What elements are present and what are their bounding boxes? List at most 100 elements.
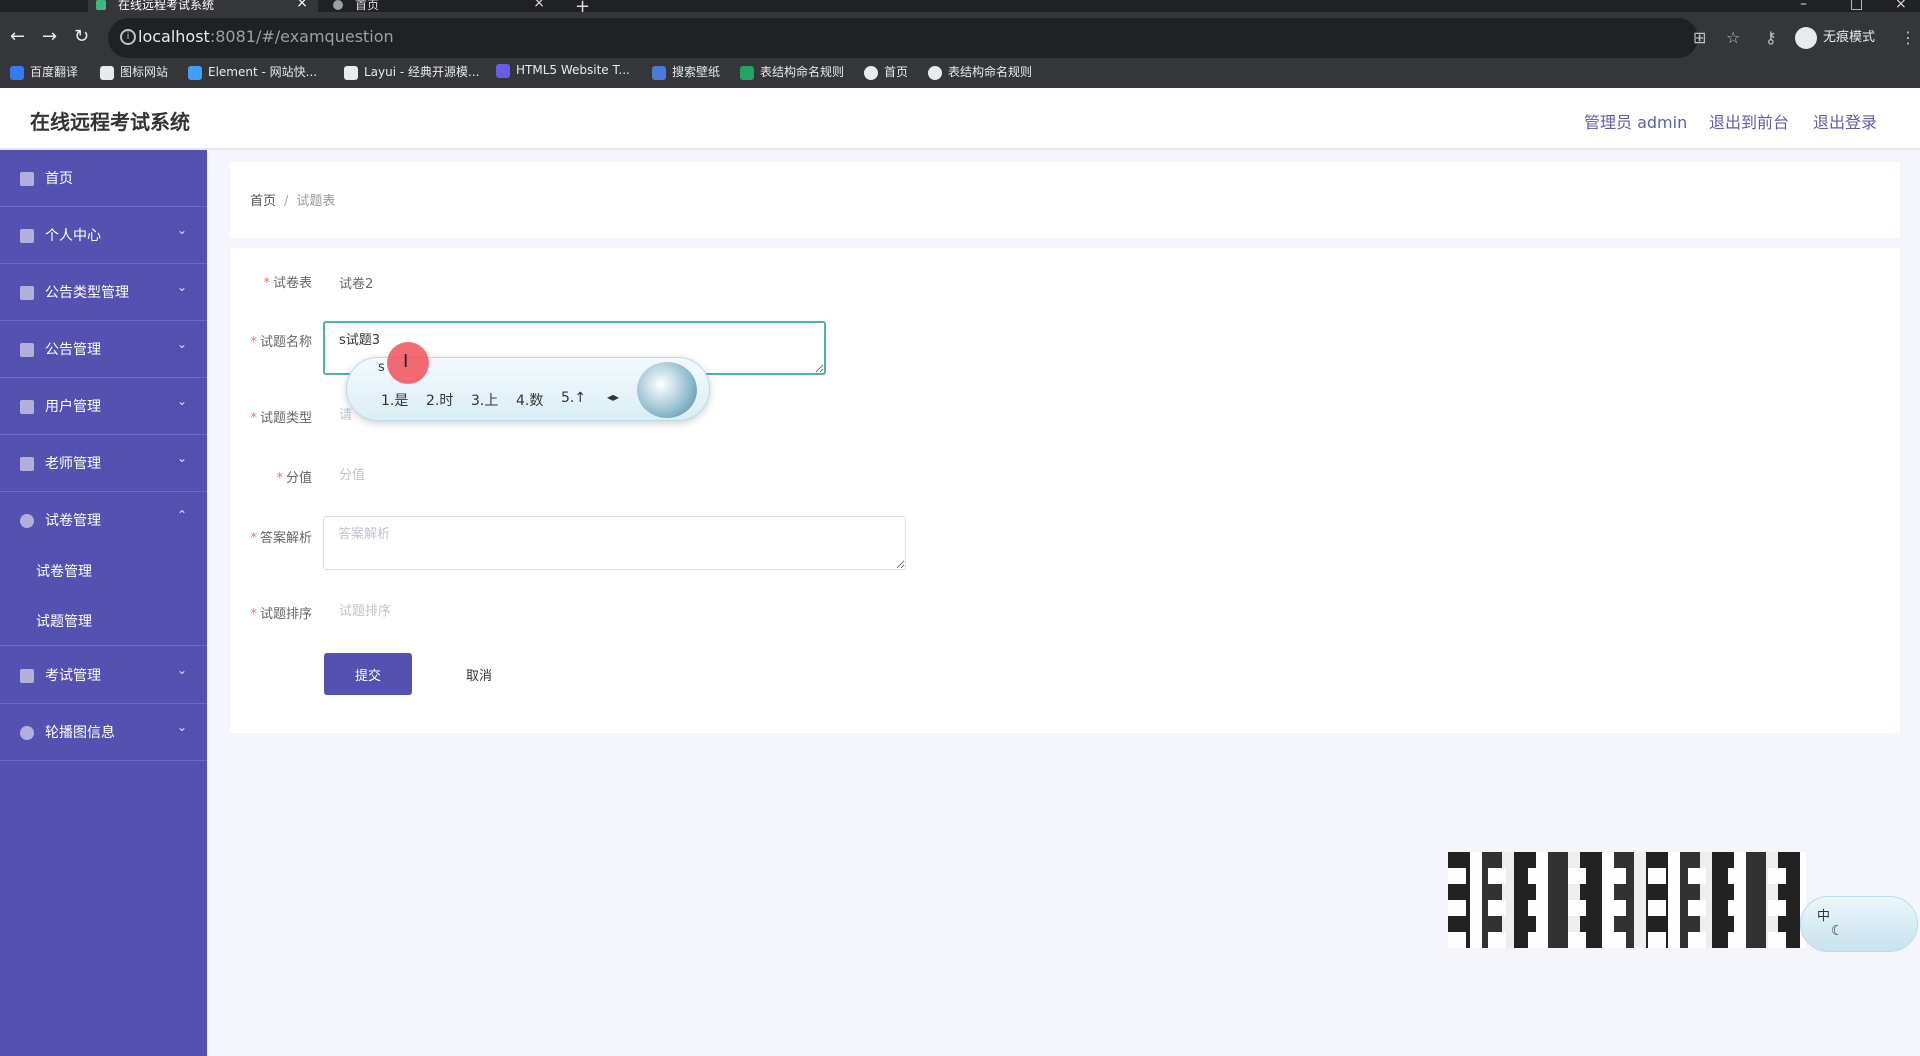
app-title: 在线远程考试系统	[30, 110, 190, 134]
sidebar-item-label: 公告管理	[45, 342, 101, 358]
breadcrumb-card: 首页 / 试题表	[230, 162, 1900, 238]
close-tab-icon[interactable]: ×	[533, 0, 545, 10]
score-label: * 分值	[276, 471, 312, 486]
ime-status-bar[interactable]: 中 ☾	[1800, 896, 1918, 952]
grid-icon	[20, 400, 34, 414]
ime-candidate[interactable]: 4.数	[516, 390, 543, 410]
sidebar-item-notice-type[interactable]: 公告类型管理 ⌄	[0, 264, 207, 321]
bookmark-icon	[10, 65, 24, 80]
bookmark-item[interactable]: 图标网站	[100, 63, 168, 80]
chevron-down-icon: ⌄	[176, 451, 187, 465]
reload-icon[interactable]: ↻	[74, 26, 89, 47]
question-type-label: * 试题类型	[250, 411, 312, 426]
sidebar-item-exams[interactable]: 考试管理 ⌄	[0, 647, 207, 704]
order-input[interactable]	[339, 601, 539, 621]
sidebar-item-users[interactable]: 用户管理 ⌄	[0, 378, 207, 435]
sidebar-item-label: 个人中心	[45, 228, 101, 244]
sidebar-item-personal-center[interactable]: 个人中心 ⌄	[0, 207, 207, 264]
minimize-icon[interactable]: –	[1800, 0, 1807, 12]
bookmark-item[interactable]: Element - 网站快...	[188, 63, 317, 80]
more-menu-icon[interactable]: ⋮	[1900, 28, 1916, 47]
breadcrumb: 首页 / 试题表	[250, 190, 335, 209]
forward-icon[interactable]: →	[42, 26, 57, 47]
sidebar-item-notice[interactable]: 公告管理 ⌄	[0, 321, 207, 378]
ime-candidate[interactable]: 5.↑	[561, 390, 586, 406]
sidebar-item-label: 首页	[45, 171, 73, 187]
browser-tab-active[interactable]: 在线远程考试系统 ×	[88, 0, 318, 12]
close-window-icon[interactable]: ×	[1895, 0, 1907, 12]
analysis-label: * 答案解析	[250, 531, 312, 546]
home-icon	[20, 172, 34, 186]
bookmark-item[interactable]: 搜索壁纸	[652, 63, 720, 80]
question-form: *试卷表 试卷2 *试题名称 *试题类型 *分值 *答案解析 *试题排序 提交 …	[230, 248, 1900, 733]
bookmark-star-icon[interactable]: ☆	[1726, 28, 1740, 47]
address-bar[interactable]: i localhost:8081/#/examquestion	[108, 18, 1698, 58]
logout-link[interactable]: 退出登录	[1813, 109, 1877, 133]
bookmark-item[interactable]: Layui - 经典开源模...	[344, 63, 479, 80]
bookmark-item[interactable]: HTML5 Website T...	[496, 63, 630, 78]
bookmark-item[interactable]: 首页	[864, 63, 908, 80]
url-text: localhost:8081/#/examquestion	[138, 27, 394, 46]
incognito-indicator[interactable]: 无痕模式	[1795, 26, 1875, 49]
close-tab-icon[interactable]: ×	[296, 0, 308, 10]
site-info-icon[interactable]: i	[120, 29, 136, 45]
breadcrumb-current: 试题表	[296, 194, 336, 209]
ime-logo-icon	[637, 362, 697, 418]
browser-tab-inactive[interactable]: 首页 ×	[325, 0, 555, 12]
breadcrumb-home[interactable]: 首页	[250, 194, 276, 209]
bookmark-item[interactable]: 表结构命名规则	[740, 63, 844, 80]
bookmark-item[interactable]: 表结构命名规则	[928, 63, 1032, 80]
analysis-textarea[interactable]	[323, 516, 906, 570]
tab-title: 首页	[355, 0, 380, 12]
bookmark-icon	[740, 65, 754, 80]
chevron-down-icon: ⌄	[176, 394, 187, 408]
bookmark-icon	[344, 65, 358, 80]
bookmark-icon	[100, 65, 114, 80]
incognito-icon	[1795, 26, 1817, 49]
globe-favicon-icon	[333, 0, 343, 10]
bookmark-icon	[496, 63, 510, 78]
translate-icon[interactable]: ⊞	[1693, 28, 1706, 47]
exit-to-front-link[interactable]: 退出到前台	[1709, 109, 1789, 133]
ime-candidate[interactable]: 1.是	[381, 390, 408, 410]
sidebar-subitem-paper-manage[interactable]: 试卷管理	[0, 546, 207, 596]
sidebar-item-label: 轮播图信息	[45, 725, 115, 741]
sidebar-item-home[interactable]: 首页	[0, 150, 207, 207]
circle-icon	[20, 726, 34, 740]
ime-candidate[interactable]: 3.上	[471, 390, 498, 410]
back-icon[interactable]: ←	[10, 26, 25, 47]
question-name-label: * 试题名称	[250, 335, 312, 350]
score-input[interactable]	[339, 465, 539, 485]
submit-button[interactable]: 提交	[324, 653, 412, 695]
vue-favicon-icon	[96, 0, 106, 10]
breadcrumb-separator: /	[284, 194, 289, 209]
order-label: * 试题排序	[250, 607, 312, 622]
bookmarks-bar: 百度翻译 图标网站 Element - 网站快... Layui - 经典开源模…	[0, 58, 1920, 88]
bar-chart-icon	[20, 343, 34, 357]
ime-page-arrows-icon[interactable]: ◂▸	[607, 390, 619, 404]
text-cursor-icon: I	[403, 351, 409, 372]
key-icon[interactable]: ⚷	[1765, 28, 1777, 47]
sidebar-subitem-label: 试题管理	[36, 614, 92, 630]
browser-tab-bar: 在线远程考试系统 × 首页 × + – □ ×	[0, 0, 1920, 17]
moon-icon: ☾	[1831, 923, 1844, 939]
bookmark-item[interactable]: 百度翻译	[10, 63, 78, 80]
chevron-down-icon: ⌄	[176, 720, 187, 734]
admin-user-label[interactable]: 管理员 admin	[1584, 109, 1687, 133]
maximize-icon[interactable]: □	[1850, 0, 1863, 12]
bookmark-icon	[928, 65, 942, 80]
chevron-down-icon: ⌄	[176, 223, 187, 237]
list-icon	[20, 669, 34, 683]
sidebar: 首页 个人中心 ⌄ 公告类型管理 ⌄ 公告管理 ⌄ 用户管理 ⌄ 老师管理 ⌄ …	[0, 150, 207, 1056]
sidebar-subitem-question-manage[interactable]: 试题管理	[0, 596, 207, 646]
sidebar-item-papers[interactable]: 试卷管理 ⌃	[0, 492, 207, 549]
sidebar-item-label: 试卷管理	[45, 513, 101, 529]
cancel-button[interactable]: 取消	[444, 653, 514, 695]
circle-icon	[20, 514, 34, 528]
app-header: 在线远程考试系统 管理员 admin 退出到前台 退出登录	[0, 88, 1920, 150]
sidebar-item-carousel[interactable]: 轮播图信息 ⌄	[0, 704, 207, 761]
ime-candidate[interactable]: 2.时	[426, 390, 453, 410]
sidebar-item-teachers[interactable]: 老师管理 ⌄	[0, 435, 207, 492]
chevron-down-icon: ⌄	[176, 280, 187, 294]
ime-composition-text: s	[378, 360, 385, 375]
